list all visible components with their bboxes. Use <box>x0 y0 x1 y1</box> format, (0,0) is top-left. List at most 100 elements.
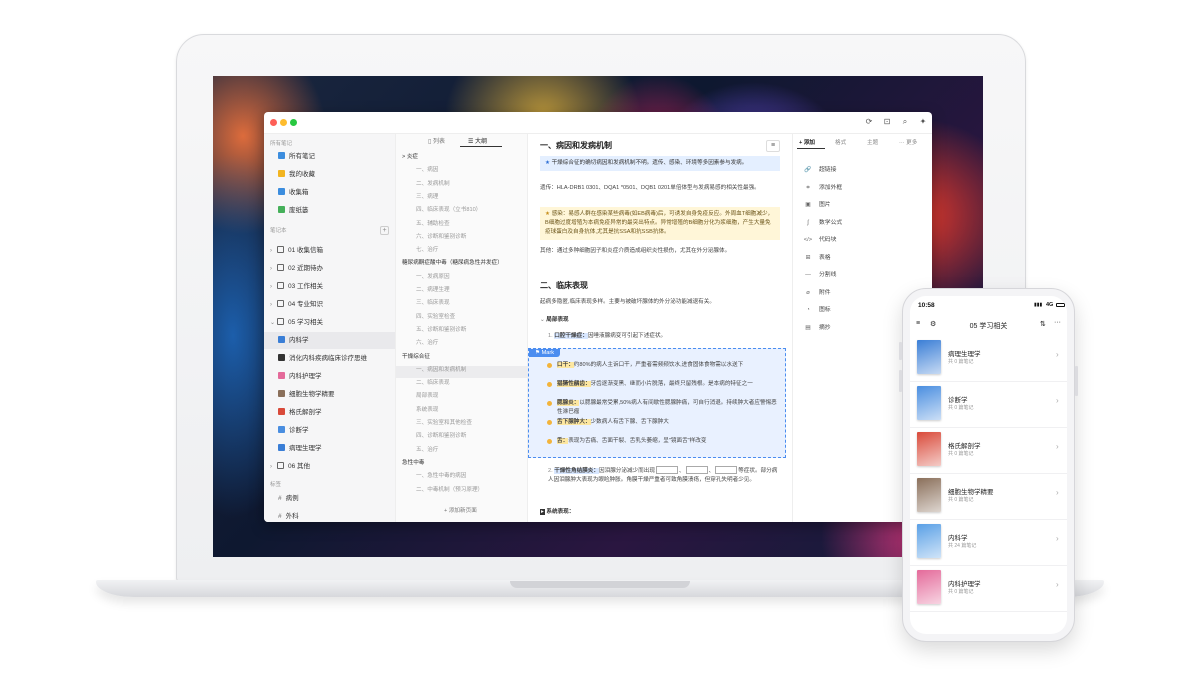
outline-item[interactable]: 四、临床表现（立书810） <box>416 205 481 213</box>
sync-icon[interactable]: ⟳ <box>864 117 874 127</box>
phone-book-row[interactable]: 细胞生物学精要共 0 篇笔记 › <box>910 474 1067 520</box>
outline-item[interactable]: 五、治疗 <box>416 445 438 453</box>
blank-input[interactable] <box>655 466 678 474</box>
outline-item[interactable]: 系统表现 <box>416 405 438 413</box>
book-cover <box>917 478 941 512</box>
outline-item[interactable]: 二、发病机制 <box>416 179 450 187</box>
phone-book-row[interactable]: 病理生理学共 0 篇笔记 › <box>910 336 1067 382</box>
outline-item[interactable]: 三、病理 <box>416 192 438 200</box>
sidebar-notebook-03[interactable]: › 03 工作相关 <box>264 278 395 295</box>
outline-item[interactable]: 五、辅助检查 <box>416 219 450 227</box>
insert-attachment[interactable]: ⌀ 附件 <box>803 287 830 296</box>
sidebar-notebook-01[interactable]: › 01 收集信箱 <box>264 242 395 259</box>
image-icon: ▣ <box>805 202 811 208</box>
outline-item[interactable]: 四、实验室检查 <box>416 312 455 320</box>
outline-item[interactable]: 二、病理生理 <box>416 285 450 293</box>
blank-input[interactable] <box>685 466 708 474</box>
add-page-button[interactable]: + 添加新页面 <box>444 506 477 514</box>
sidebar-notebook-02[interactable]: › 02 近期待办 <box>264 260 395 277</box>
frame-icon: ⌗ <box>806 184 810 191</box>
outline-section[interactable]: 急性中毒 <box>402 458 424 466</box>
phone-book-row[interactable]: 格氏解剖学共 0 篇笔记 › <box>910 428 1067 474</box>
tab-outline[interactable]: ☰ 大纲 <box>468 136 487 145</box>
outline-section[interactable]: 干燥综合征 <box>402 352 430 360</box>
tab-more[interactable]: ··· 更多 <box>899 138 917 146</box>
sidebar-item-trash[interactable]: 废纸篓 <box>264 202 395 219</box>
sidebar-tag-waike[interactable]: # 外科 <box>264 508 395 522</box>
outline-item[interactable]: 一、病因和发病机制 <box>416 365 466 373</box>
sidebar-book-xibao[interactable]: 细胞生物学精要 <box>264 386 395 403</box>
insert-image[interactable]: ▣ 图片 <box>803 199 830 208</box>
phone-book-row[interactable]: 诊断学共 0 篇笔记 › <box>910 382 1067 428</box>
chevron-right-icon: › <box>1056 350 1059 359</box>
phone-book-row[interactable]: 内科护理学共 0 篇笔记 › <box>910 566 1067 612</box>
mark-block[interactable]: ⚑ Mark 口干：约80%的病人主诉口干，严重者需频频饮水,进食固体食物需以水… <box>528 348 786 458</box>
insert-chart[interactable]: ◔ 图标 <box>803 304 830 313</box>
outline-item[interactable]: 一、急性中毒的病因 <box>416 471 466 479</box>
sidebar-book-bingli[interactable]: 病理生理学 <box>264 440 395 457</box>
sidebar-notebook-05[interactable]: ⌄ 05 学习相关 <box>264 314 395 331</box>
sort-icon[interactable]: ⇅ <box>1040 320 1046 328</box>
book-title: 诊断学 <box>948 397 968 404</box>
close-window-button[interactable] <box>270 119 277 126</box>
outline-section[interactable]: 糖尿病酮症酸中毒（糖尿病急性并发症） <box>402 258 503 266</box>
network-label: 4G <box>1046 302 1054 308</box>
outline-item[interactable]: 一、发病原因 <box>416 272 450 280</box>
tab-underline <box>460 146 502 147</box>
outline-item[interactable]: 局部表现 <box>416 391 438 399</box>
outline-item[interactable]: 三、实验室和其他检查 <box>416 418 472 426</box>
add-notebook-button[interactable]: + <box>380 226 389 235</box>
blank-input[interactable] <box>715 466 738 474</box>
outline-item[interactable]: 三、临床表现 <box>416 298 450 306</box>
book-cover <box>917 386 941 420</box>
chevron-right-icon: › <box>1056 488 1059 497</box>
insert-formula[interactable]: ∫ 数学公式 <box>803 217 842 226</box>
outline-item[interactable]: 六、诊断和鉴别诊断 <box>416 232 466 240</box>
outline-item[interactable]: 一、病因 <box>416 165 438 173</box>
minimize-window-button[interactable] <box>280 119 287 126</box>
outline-item[interactable]: 七、治疗 <box>416 245 438 253</box>
sidebar-notebook-06[interactable]: › 06 其他 <box>264 458 395 475</box>
sidebar-item-inbox[interactable]: 收集箱 <box>264 184 395 201</box>
outline-item[interactable]: 四、诊断和鉴别诊断 <box>416 431 466 439</box>
insert-frame[interactable]: ⌗ 添加外框 <box>803 182 842 192</box>
phone-book-row[interactable]: 内科学共 24 篇笔记 › <box>910 520 1067 566</box>
tab-list[interactable]: ▯ 列表 <box>428 136 445 145</box>
insert-divider[interactable]: — 分割线 <box>803 269 836 278</box>
folder-open-icon <box>277 318 284 325</box>
outline-section[interactable]: > 炎症 <box>402 152 418 160</box>
insert-code[interactable]: </> 代码块 <box>803 234 837 243</box>
menu-icon[interactable]: ≡ <box>766 140 780 152</box>
insert-link[interactable]: 🔗 超链接 <box>803 164 836 173</box>
chevron-right-icon: › <box>270 266 272 272</box>
editor: ≡ 一、病因和发病机制 ★ 干燥综合征的确切病因和发病机制不明。遗传、感染、环境… <box>528 134 792 522</box>
tab-format[interactable]: 格式 <box>835 138 846 146</box>
sidebar-item-all-notes[interactable]: 所有笔记 <box>264 148 395 165</box>
sidebar-notebook-04[interactable]: › 04 专业知识 <box>264 296 395 313</box>
sidebar-book-huli[interactable]: 内科护理学 <box>264 368 395 385</box>
tab-theme[interactable]: 主题 <box>867 138 878 146</box>
chevron-right-icon: › <box>1056 396 1059 405</box>
sidebar-book-jiepou[interactable]: 格氏解剖学 <box>264 404 395 421</box>
insert-excerpt[interactable]: ▤ 摘抄 <box>803 322 830 331</box>
pin-icon[interactable]: ✦ <box>918 117 928 127</box>
outline-item[interactable]: 五、诊断和鉴别诊断 <box>416 325 466 333</box>
folder-icon <box>277 300 284 307</box>
sidebar-item-favorites[interactable]: 我的收藏 <box>264 166 395 183</box>
outline-item[interactable]: 六、治疗 <box>416 338 438 346</box>
sidebar-book-neikexue[interactable]: 内科学 <box>264 332 395 349</box>
subheading-system: ▸ 系统表现： <box>540 509 575 515</box>
sidebar-tag-bingli[interactable]: # 病例 <box>264 490 395 507</box>
share-icon[interactable]: ⊡ <box>882 117 892 127</box>
more-icon[interactable]: ··· <box>1054 319 1061 326</box>
book-count: 共 0 篇笔记 <box>948 589 974 595</box>
tab-add[interactable]: + 添加 <box>799 138 815 146</box>
search-icon[interactable]: ⌕ <box>900 117 910 127</box>
outline-item[interactable]: 二、中毒机制（预习原理） <box>416 485 483 493</box>
insert-table[interactable]: ⊞ 表格 <box>803 252 831 261</box>
sidebar-book-xiaohua[interactable]: 消化内科疾病临床诊疗思维 <box>264 350 395 367</box>
maximize-window-button[interactable] <box>290 119 297 126</box>
outline-item[interactable]: 二、临床表现 <box>416 378 450 386</box>
subheading-local: ⌄ 局部表现 <box>540 317 569 323</box>
sidebar-book-zhenduan[interactable]: 诊断学 <box>264 422 395 439</box>
